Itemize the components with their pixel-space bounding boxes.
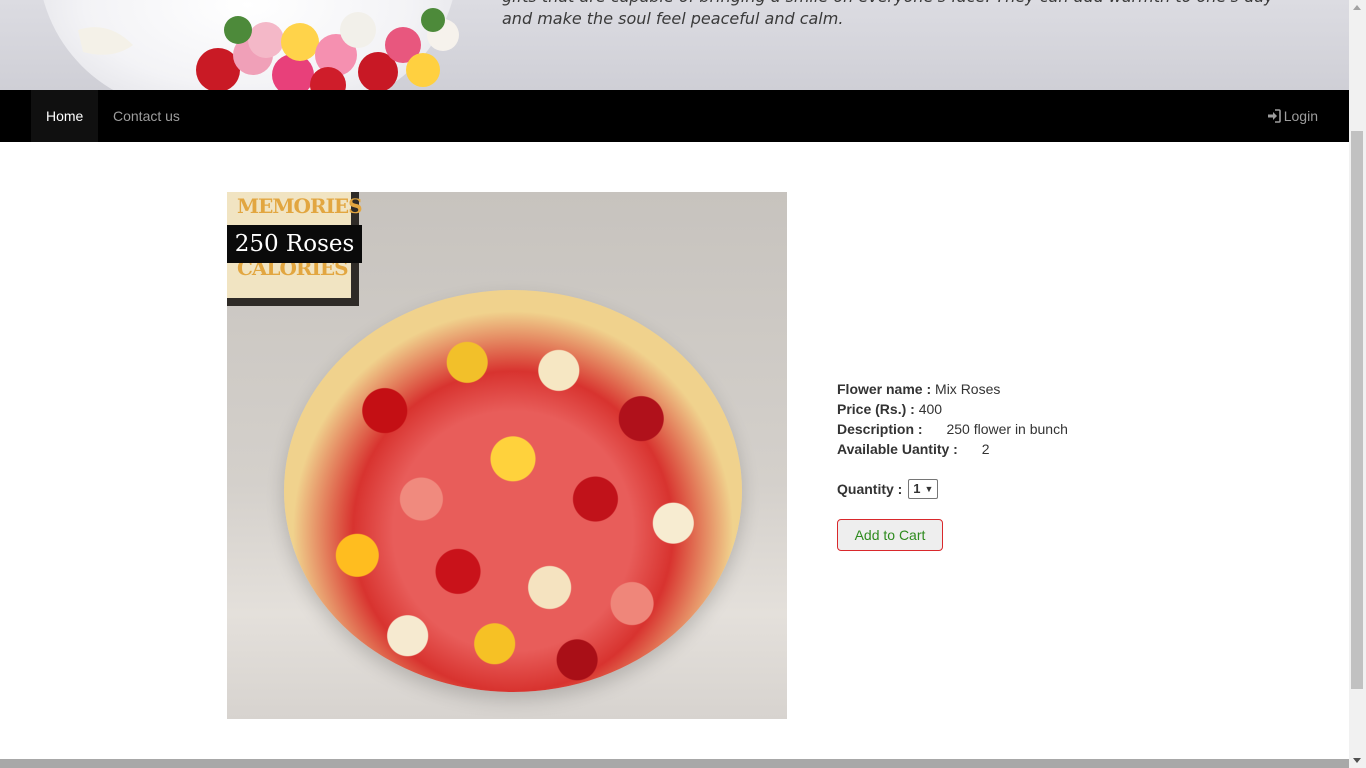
product-details: Flower name : Mix Roses Price (Rs.) : 40…: [837, 379, 1068, 499]
banner-text-line: and make the soul feel peaceful and calm…: [502, 9, 844, 28]
login-icon: [1267, 109, 1281, 123]
scroll-thumb[interactable]: [1351, 131, 1363, 689]
flower-name-label: Flower name :: [837, 381, 932, 397]
scroll-up-arrow-icon[interactable]: [1353, 5, 1361, 10]
flower-name-value: Mix Roses: [935, 381, 1001, 397]
nav-contact-us[interactable]: Contact us: [98, 90, 195, 142]
page: gifts that are capable of bringing a smi…: [0, 0, 1349, 768]
quantity-row: Quantity : 1 ▼: [837, 479, 1068, 499]
scroll-down-arrow-icon[interactable]: [1353, 758, 1361, 763]
price-row: Price (Rs.) : 400: [837, 399, 1068, 419]
nav-login[interactable]: Login: [1252, 90, 1333, 142]
banner-description: gifts that are capable of bringing a smi…: [502, 0, 1282, 30]
frame-word: MEMORIES: [237, 194, 363, 218]
vertical-scrollbar[interactable]: [1349, 0, 1366, 768]
product-image: MEMORIES CALORIES 250 Roses: [227, 192, 787, 719]
header-banner: gifts that are capable of bringing a smi…: [0, 0, 1349, 90]
quantity-selected-value: 1: [913, 481, 921, 496]
quantity-select[interactable]: 1 ▼: [908, 479, 939, 499]
rose-bouquet: [284, 290, 742, 692]
chevron-down-icon: ▼: [924, 484, 934, 494]
navbar: Home Contact us Login: [0, 90, 1349, 142]
available-quantity-value: 2: [981, 441, 990, 457]
price-label: Price (Rs.) :: [837, 401, 915, 417]
add-to-cart-button[interactable]: Add to Cart: [837, 519, 943, 551]
image-badge: 250 Roses: [227, 225, 362, 263]
available-quantity-label: Available Uantity :: [837, 441, 958, 457]
banner-roses-graphic: [78, 8, 459, 90]
price-value: 400: [918, 401, 943, 417]
flower-name-row: Flower name : Mix Roses: [837, 379, 1068, 399]
description-label: Description :: [837, 421, 923, 437]
login-label: Login: [1283, 108, 1318, 124]
description-row: Description : 250 flower in bunch: [837, 419, 1068, 439]
banner-bouquet-image: [38, 0, 478, 90]
nav-home[interactable]: Home: [31, 90, 99, 142]
footer: [0, 759, 1349, 768]
banner-text-line: gifts that are capable of bringing a smi…: [502, 0, 1282, 8]
quantity-label: Quantity :: [837, 481, 903, 497]
available-quantity-row: Available Uantity : 2: [837, 439, 1068, 459]
description-value: 250 flower in bunch: [946, 421, 1068, 437]
